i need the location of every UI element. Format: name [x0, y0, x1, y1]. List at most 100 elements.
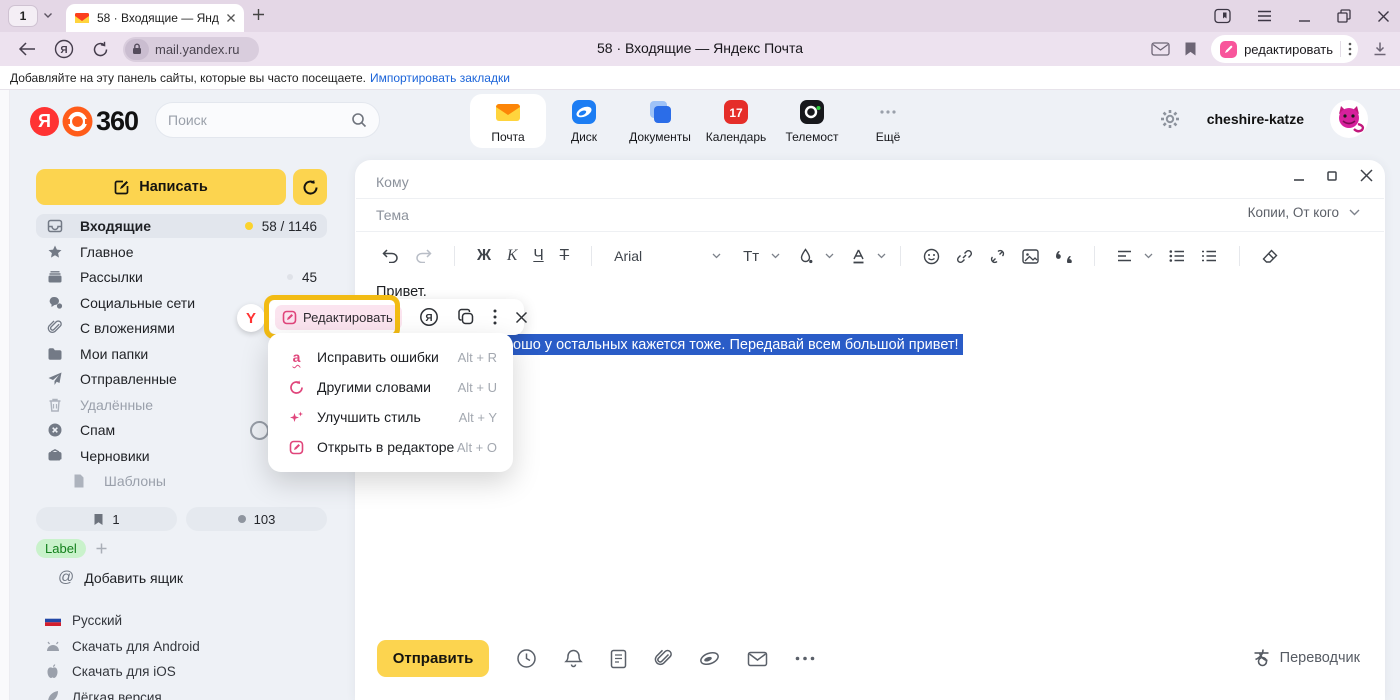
edit-context-menu: a Исправить ошибки Alt + R Другими слова… — [268, 333, 513, 472]
quote-icon[interactable] — [1047, 250, 1080, 263]
sidebar-item-templates[interactable]: Шаблоны — [36, 469, 327, 493]
window-restore-icon[interactable] — [1337, 9, 1351, 23]
compose-expand-icon[interactable] — [1327, 171, 1337, 181]
menu-item-improve-style[interactable]: Улучшить стиль Alt + Y — [268, 402, 513, 432]
sidebar-item-inbox[interactable]: Входящие 58 / 1146 — [36, 214, 327, 238]
undo-icon[interactable] — [374, 249, 407, 263]
add-mailbox-button[interactable]: @ Добавить ящик — [58, 569, 183, 587]
italic-button[interactable]: К — [499, 247, 525, 265]
attach-from-disk-icon[interactable] — [699, 649, 720, 668]
dot-filter-badge[interactable]: 103 — [186, 507, 327, 531]
font-family-select[interactable]: Arial — [606, 248, 650, 264]
font-size-chevron-icon[interactable] — [771, 253, 780, 259]
window-minimize-icon[interactable] — [1298, 10, 1311, 23]
bullet-list-icon[interactable] — [1161, 250, 1193, 262]
app-more[interactable]: Ещё — [850, 94, 926, 148]
eraser-icon[interactable] — [1254, 249, 1286, 264]
username[interactable]: cheshire-katze — [1207, 111, 1304, 127]
settings-gear-icon[interactable] — [1159, 108, 1181, 130]
search-box[interactable] — [155, 102, 380, 138]
fill-color-button[interactable] — [790, 248, 821, 264]
fill-color-chevron-icon[interactable] — [825, 253, 834, 259]
popup-close-icon[interactable] — [506, 311, 537, 324]
edit-extension-icon — [1220, 41, 1237, 58]
new-tab-button[interactable] — [252, 8, 265, 21]
notes-icon[interactable] — [610, 649, 627, 669]
underline-button[interactable]: Ч — [525, 247, 551, 265]
improve-style-icon — [288, 410, 305, 425]
send-button[interactable]: Отправить — [377, 640, 489, 677]
compose-minimize-icon[interactable] — [1293, 170, 1305, 182]
to-field[interactable] — [376, 174, 1076, 190]
align-chevron-icon[interactable] — [1144, 253, 1153, 259]
browser-panel-icon[interactable] — [1214, 8, 1231, 24]
numbered-list-icon[interactable] — [1193, 250, 1225, 262]
subject-field[interactable] — [376, 207, 1076, 223]
app-mail[interactable]: Почта — [470, 94, 546, 148]
font-size-select[interactable]: Tт — [735, 248, 767, 265]
tab-close-icon[interactable] — [226, 13, 236, 23]
yandex-360-logo[interactable]: Я 360 — [30, 106, 138, 137]
drafts-icon — [46, 448, 63, 464]
tab-counter-badge[interactable]: 1 — [8, 5, 38, 27]
popup-copy-icon[interactable] — [448, 308, 484, 326]
search-icon[interactable] — [351, 112, 367, 128]
text-color-button[interactable] — [844, 248, 873, 264]
bold-button[interactable]: Ж — [469, 247, 499, 265]
compose-button[interactable]: Написать — [36, 169, 286, 205]
browser-tab[interactable]: 58 · Входящие — Яндек — [66, 4, 244, 32]
app-calendar[interactable]: 17 Календарь — [698, 94, 774, 148]
window-close-icon[interactable] — [1377, 10, 1390, 23]
sidebar-item-mailings[interactable]: Рассылки 45 — [36, 265, 327, 289]
redo-icon[interactable] — [407, 249, 440, 263]
schedule-send-icon[interactable] — [516, 648, 537, 669]
insert-image-icon[interactable] — [1014, 249, 1047, 264]
app-documents[interactable]: Документы — [622, 94, 698, 148]
font-family-chevron-icon[interactable] — [712, 253, 721, 259]
translator-button[interactable]: Переводчик — [1252, 648, 1360, 667]
align-icon[interactable] — [1109, 250, 1140, 262]
yandex-browser-badge[interactable]: Y — [237, 304, 265, 332]
light-version-link[interactable]: Лёгкая версия — [44, 685, 200, 700]
bookmark-chrome-icon[interactable] — [1184, 41, 1197, 57]
cc-from-toggle[interactable]: Копии, От кого — [1248, 205, 1360, 220]
text-color-chevron-icon[interactable] — [877, 253, 886, 259]
refresh-mail-button[interactable] — [293, 169, 327, 205]
menu-item-open-in-editor[interactable]: Открыть в редакторе Alt + O — [268, 432, 513, 462]
compose-close-icon[interactable] — [1359, 168, 1374, 183]
download-android-link[interactable]: Скачать для Android — [44, 634, 200, 660]
app-telemost[interactable]: Телемост — [774, 94, 850, 148]
app-disk[interactable]: Диск — [546, 94, 622, 148]
trash-icon — [46, 397, 63, 413]
download-ios-link[interactable]: Скачать для iOS — [44, 659, 200, 685]
browser-menu-icon[interactable] — [1257, 10, 1272, 22]
more-options-icon[interactable] — [795, 656, 815, 661]
browser-edit-extension-button[interactable]: редактировать — [1211, 35, 1358, 63]
attach-file-icon[interactable] — [654, 649, 672, 669]
translator-label: Переводчик — [1280, 650, 1360, 666]
shortcut-label: Alt + R — [458, 350, 497, 365]
add-mailbox-label: Добавить ящик — [84, 570, 183, 586]
import-bookmarks-link[interactable]: Импортировать закладки — [370, 71, 510, 85]
tab-list-chevron-icon[interactable] — [42, 9, 54, 21]
strikethrough-button[interactable]: Т — [552, 247, 577, 265]
downloads-icon[interactable] — [1372, 41, 1388, 57]
attach-from-mail-icon[interactable] — [747, 651, 768, 667]
sidebar-item-main[interactable]: Главное — [36, 240, 327, 264]
mail-chrome-icon[interactable] — [1151, 42, 1170, 56]
search-input[interactable] — [168, 112, 338, 128]
link-icon[interactable] — [948, 248, 981, 265]
label-tag[interactable]: Label — [36, 539, 86, 558]
popup-yandex-search-icon[interactable]: Я — [410, 307, 448, 327]
emoji-icon[interactable] — [915, 248, 948, 265]
reminder-bell-icon[interactable] — [564, 648, 583, 669]
unlink-icon[interactable] — [981, 248, 1014, 265]
language-link[interactable]: Русский — [44, 608, 200, 634]
add-label-icon[interactable] — [95, 542, 108, 555]
edit-extension-more-icon[interactable] — [1348, 42, 1352, 56]
avatar[interactable] — [1330, 100, 1368, 138]
popup-more-icon[interactable] — [484, 309, 506, 325]
bookmark-filter-badge[interactable]: 1 — [36, 507, 177, 531]
menu-item-fix-errors[interactable]: a Исправить ошибки Alt + R — [268, 342, 513, 372]
menu-item-rephrase[interactable]: Другими словами Alt + U — [268, 372, 513, 402]
